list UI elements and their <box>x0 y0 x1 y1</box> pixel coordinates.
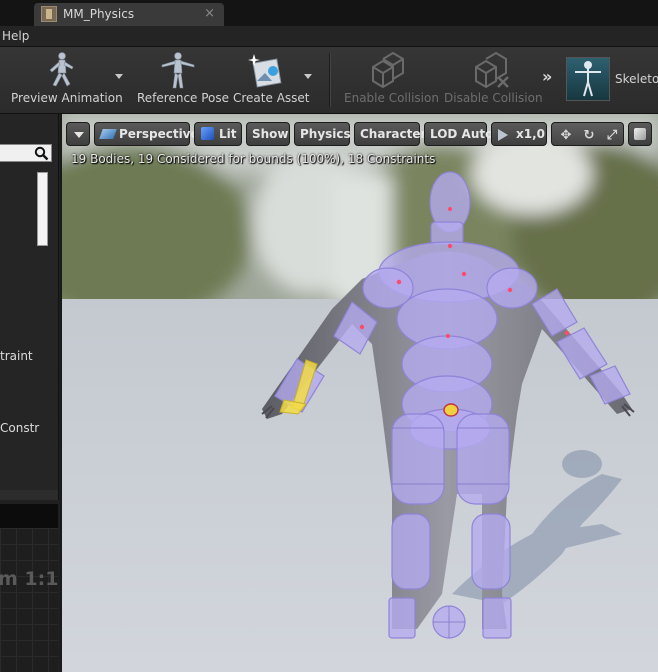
lit-cube-icon <box>201 127 214 140</box>
skeleton-tree-panel: traint Constr <box>0 114 59 500</box>
preview-animation-button[interactable]: Preview Animation <box>0 47 123 113</box>
lit-label: Lit <box>219 127 237 141</box>
physics-button[interactable]: Physics <box>294 122 351 146</box>
create-asset-label: Create Asset <box>233 91 310 105</box>
chevron-down-icon <box>74 132 84 138</box>
skeleton-label[interactable]: Skeleton <box>615 72 658 86</box>
graph-panel: m 1:1 <box>0 504 58 672</box>
toolbar-separator <box>329 53 331 107</box>
toolbar-overflow-button[interactable]: » <box>542 67 552 86</box>
search-input[interactable] <box>0 144 52 162</box>
tree-item-constraint-2[interactable]: Constr <box>0 421 39 435</box>
physics-asset-icon <box>41 6 57 22</box>
skeleton-figure-icon <box>575 61 601 97</box>
chevron-down-icon[interactable] <box>115 74 123 79</box>
reference-pose-label: Reference Pose <box>137 91 230 105</box>
zoom-level: m 1:1 <box>0 568 59 590</box>
show-button[interactable]: Show <box>246 122 290 146</box>
tree-item-constraint[interactable]: traint <box>0 349 33 363</box>
scale-icon[interactable]: ⤢ <box>602 125 622 143</box>
playback-speed-button[interactable]: x1,0 <box>491 122 547 146</box>
lit-button[interactable]: Lit <box>194 122 242 146</box>
character-label: Character <box>360 127 427 141</box>
chevron-down-icon[interactable] <box>304 74 312 79</box>
physics-label: Physics <box>300 127 351 141</box>
create-asset-icon <box>248 54 282 88</box>
perspective-label: Perspective <box>119 127 199 141</box>
disable-collision-label: Disable Collision <box>444 91 543 105</box>
menu-bar: Help <box>0 26 658 47</box>
viewport-toolbar: Perspective Lit Show Physics Character L… <box>66 122 658 148</box>
transform-tools: ✥ ↻ ⤢ <box>551 122 624 146</box>
tab-bar: MM_Physics × <box>0 0 658 26</box>
physics-character[interactable] <box>62 114 658 672</box>
play-icon <box>498 129 508 141</box>
tab-title: MM_Physics <box>63 7 135 21</box>
preview-animation-label: Preview Animation <box>11 91 123 105</box>
physics-stats-text: 19 Bodies, 19 Considered for bounds (100… <box>71 152 436 166</box>
lod-button[interactable]: LOD Auto <box>424 122 493 146</box>
search-icon[interactable] <box>34 146 49 161</box>
left-panel: traint Constr m 1:1 <box>0 114 60 672</box>
enable-collision-label: Enable Collision <box>344 91 439 105</box>
lod-label: LOD Auto <box>430 127 494 141</box>
perspective-icon <box>99 129 117 139</box>
main-toolbar: Preview Animation Reference Pose Create … <box>0 47 658 114</box>
translate-icon[interactable]: ✥ <box>556 125 576 143</box>
collision-disable-icon <box>475 51 509 89</box>
speed-label: x1,0 <box>516 127 545 141</box>
perspective-button[interactable]: Perspective <box>94 122 199 146</box>
viewport[interactable]: Perspective Lit Show Physics Character L… <box>62 114 658 672</box>
collision-boxes-icon <box>372 51 404 89</box>
show-label: Show <box>252 127 289 141</box>
t-pose-figure-icon <box>161 52 195 89</box>
viewport-options-button[interactable] <box>66 122 90 146</box>
close-icon[interactable]: × <box>204 6 215 21</box>
running-figure-icon <box>49 52 74 87</box>
reference-pose-button[interactable]: Reference Pose <box>132 47 229 113</box>
scrollbar[interactable] <box>37 172 48 246</box>
rotate-icon[interactable]: ↻ <box>579 125 599 143</box>
menu-help[interactable]: Help <box>2 29 29 43</box>
skeleton-thumbnail[interactable] <box>566 57 610 101</box>
graph-grid[interactable]: m 1:1 <box>0 528 58 672</box>
tab-mm-physics[interactable]: MM_Physics × <box>34 3 224 26</box>
surface-snap-button[interactable] <box>628 122 652 146</box>
cube-icon <box>634 128 646 140</box>
create-asset-button[interactable]: Create Asset <box>229 47 315 113</box>
character-button[interactable]: Character <box>354 122 426 146</box>
panel-footer <box>0 490 58 500</box>
enable-collision-button[interactable]: Enable Collision <box>340 47 439 113</box>
disable-collision-button[interactable]: Disable Collision <box>440 47 543 113</box>
